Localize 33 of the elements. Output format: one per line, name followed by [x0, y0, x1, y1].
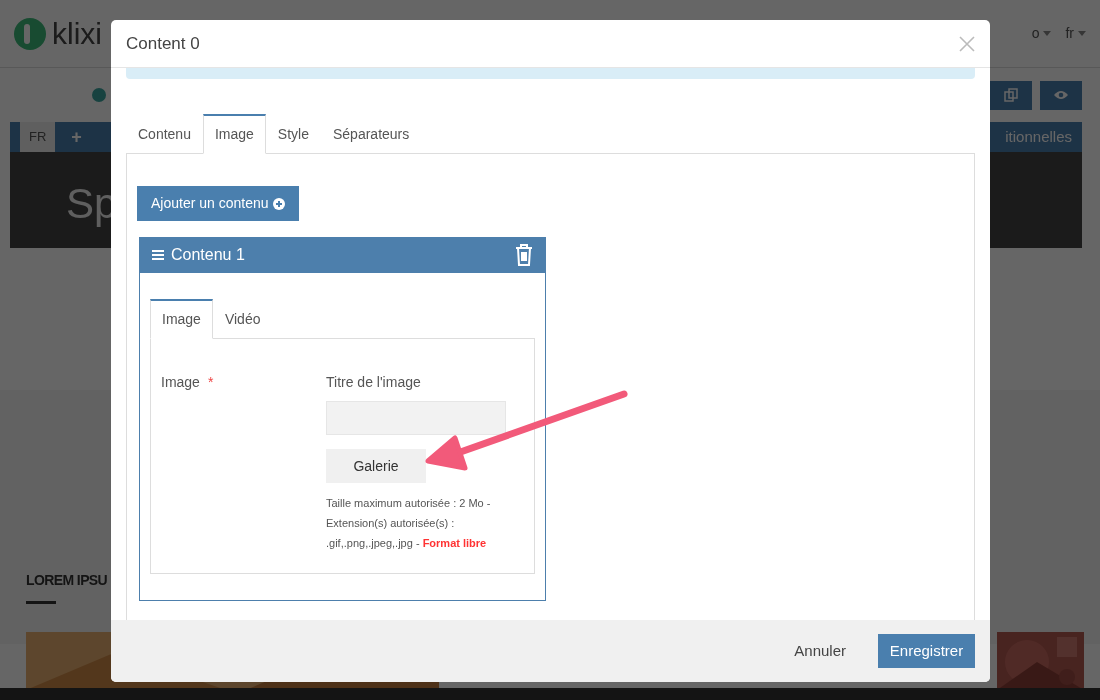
eye-icon: [1053, 90, 1069, 100]
save-button[interactable]: Enregistrer: [878, 634, 975, 668]
tab[interactable]: Image: [150, 299, 213, 339]
title-underline: [26, 601, 56, 604]
tab[interactable]: Contenu: [126, 114, 203, 154]
caret-icon: [1078, 31, 1086, 36]
status-dot-icon: [92, 88, 106, 102]
cancel-button[interactable]: Annuler: [782, 639, 858, 663]
gallery-button[interactable]: Galerie: [326, 449, 426, 483]
add-content-button[interactable]: Ajouter un contenu: [137, 186, 299, 221]
tab[interactable]: Style: [265, 114, 321, 154]
caret-icon: [1043, 31, 1052, 36]
drag-handle-icon: [152, 250, 164, 260]
close-icon: [959, 35, 975, 52]
trash-icon[interactable]: [515, 244, 533, 266]
help-text: Taille maximum autorisée : 2 Mo - Extension(s) autorisée(s) : .gif,.png,.jpeg,.jpg - Format libre: [326, 496, 492, 551]
tab[interactable]: Vidéo: [212, 299, 273, 339]
logo-icon: [14, 16, 46, 51]
preview-button[interactable]: [1040, 80, 1082, 110]
copy-icon: [1004, 88, 1018, 102]
panel-title: Contenu 1: [171, 245, 245, 265]
section-title: LOREM IPSU: [26, 571, 109, 590]
required-mark: *: [207, 373, 214, 392]
field-label: Image: [161, 373, 200, 392]
text-field[interactable]: [326, 401, 506, 435]
logo-text: klixi: [52, 16, 102, 52]
close-button[interactable]: [959, 35, 975, 52]
copy-button[interactable]: [990, 80, 1032, 110]
field-label: Titre de l'image: [326, 373, 422, 392]
tab[interactable]: Séparateurs: [321, 114, 422, 154]
tab[interactable]: Image: [202, 114, 266, 154]
modal-title: Content 0: [126, 32, 200, 55]
plus-circle-icon: [272, 197, 285, 210]
